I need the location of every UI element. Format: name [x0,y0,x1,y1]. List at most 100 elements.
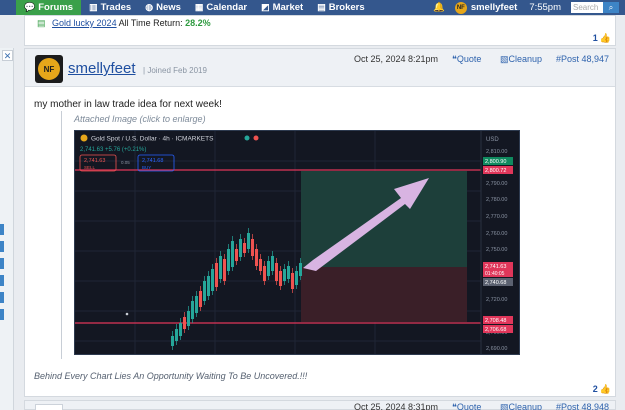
ad-tab[interactable] [0,275,4,286]
label-entry-text: 2,740.68 [485,280,506,286]
thumbs-up-icon: 👍 [599,33,611,43]
candle-body [235,249,238,261]
nav-time: 7:55pm [529,2,561,13]
market-open-icon [244,135,250,141]
post-header: NF smellyfeet | Joined Feb 2019 Oct 25, … [25,49,615,87]
search-button[interactable]: ⌕ [603,2,619,13]
candle-body [283,269,286,281]
candle-body [179,323,182,336]
post-number-link[interactable]: #Post 48,947 [556,54,609,64]
trade-explorer-link[interactable]: Gold lucky 2024 [52,18,117,28]
user-avatar[interactable]: NF [454,1,467,14]
label-stop-2-text: 2,706.68 [485,327,506,333]
close-icon[interactable]: ✕ [2,50,13,61]
like-button[interactable]: 1 👍 [593,33,611,44]
ad-tab[interactable] [0,292,4,303]
candle-body [259,259,262,271]
post-number-link[interactable]: #Post 48,948 [556,402,609,410]
y-axis-tick: 2,720.00 [486,297,507,303]
ad-tab[interactable] [0,224,4,235]
candle-body [203,281,206,301]
post-body: my mother in law trade idea for next wee… [34,99,222,110]
candle-body [263,266,266,281]
candle-body [291,273,294,289]
candle-body [243,243,246,253]
candle-body [267,261,270,276]
sell-label: SELL [84,165,96,170]
candle-body [207,276,210,296]
y-axis-tick: 2,810.00 [486,149,507,155]
joined-text: Joined Feb 2019 [147,66,207,75]
chart-svg: USD 2,810.00 2,790.00 2,780.00 2,770.00 2,76… [75,131,519,354]
nav-trades[interactable]: ▥ Trades [81,0,137,15]
candle-body [195,296,198,313]
candle-body [191,301,194,319]
previous-post: ▤ Gold lucky 2024 All Time Return: 28.2%… [24,15,616,46]
y-axis-tick: 2,770.00 [486,214,507,220]
y-axis-tick: 2,790.00 [486,181,507,187]
candle-body [279,271,282,286]
chart-symbol: Gold Spot / U.S. Dollar · 4h · ICMARKETS [91,136,214,143]
label-top-red-text: 2,800.72 [485,168,506,174]
return-label: All Time Return: [118,18,183,28]
globe-icon: ◍ [145,2,154,12]
cleanup-button[interactable]: ▧Cleanup [500,54,542,65]
y-axis-tick: 2,690.00 [486,346,507,352]
y-axis-tick: 2,780.00 [486,197,507,203]
y-axis-tick: 2,750.00 [486,247,507,253]
attachment-label[interactable]: Attached Image (click to enlarge) [74,114,206,124]
label-countdown-text: 01:40:05 [485,271,505,277]
attached-chart-image[interactable]: USD 2,810.00 2,790.00 2,780.00 2,770.00 2,76… [74,130,520,355]
avatar[interactable]: NF [35,55,63,83]
next-post-date: Oct 25, 2024 8:31pm [354,402,439,410]
buy-label: BUY [142,165,151,170]
post-date: Oct 25, 2024 8:21pm [354,54,439,64]
candle-body [171,336,174,346]
nav-forums[interactable]: 💬 Forums [16,0,82,15]
ad-tab[interactable] [0,309,4,320]
candle-body [299,263,302,276]
candle-body [295,271,298,285]
quote-button[interactable]: ❝Quote [452,402,481,410]
candle-body [271,256,274,271]
forum-post: NF smellyfeet | Joined Feb 2019 Oct 25, … [24,48,616,397]
marker-dot [125,312,129,316]
nav-news[interactable]: ◍ News [137,0,187,15]
spread-value: 0.05 [121,160,130,165]
post-signature: Behind Every Chart Lies An Opportunity W… [34,371,308,381]
calendar-icon: ▦ [194,2,204,12]
avatar[interactable] [35,404,63,410]
candle-body [255,249,258,266]
candle-body [251,239,254,256]
ad-tab[interactable] [0,241,4,252]
building-icon: ▤ [317,2,326,12]
candle-body [199,291,202,307]
candle-body [287,266,290,279]
nav-brokers[interactable]: ▤ Brokers [309,0,370,15]
joined-date: | Joined Feb 2019 [143,66,207,75]
sell-price: 2,741.63 [84,158,105,164]
cleanup-button[interactable]: ▧Cleanup [500,402,542,410]
candle-body [187,311,190,326]
candle-body [227,249,230,271]
post-username[interactable]: smellyfeet [68,60,136,77]
candle-body [223,259,226,281]
y-axis-tick: 2,760.00 [486,231,507,237]
candle-body [231,241,234,267]
candle-body [239,239,242,257]
quote-button[interactable]: ❝Quote [452,54,481,65]
label-current-text: 2,741.63 [485,264,506,270]
candle-body [211,269,214,291]
nav-market[interactable]: ◩ Market [253,0,309,15]
chart-icon: ▤ [37,18,46,28]
candle-body [219,256,222,279]
return-value: 28.2% [185,18,211,28]
bell-icon[interactable]: 🔔 [433,2,445,13]
buy-price: 2,741.68 [142,158,163,164]
ad-tab[interactable] [0,258,4,269]
search-input[interactable]: Search [571,2,603,13]
nav-calendar[interactable]: ▦ Calendar [187,0,253,15]
currency-label: USD [486,137,499,143]
nav-username[interactable]: smellyfeet [471,2,517,13]
like-button[interactable]: 2 👍 [593,384,611,395]
